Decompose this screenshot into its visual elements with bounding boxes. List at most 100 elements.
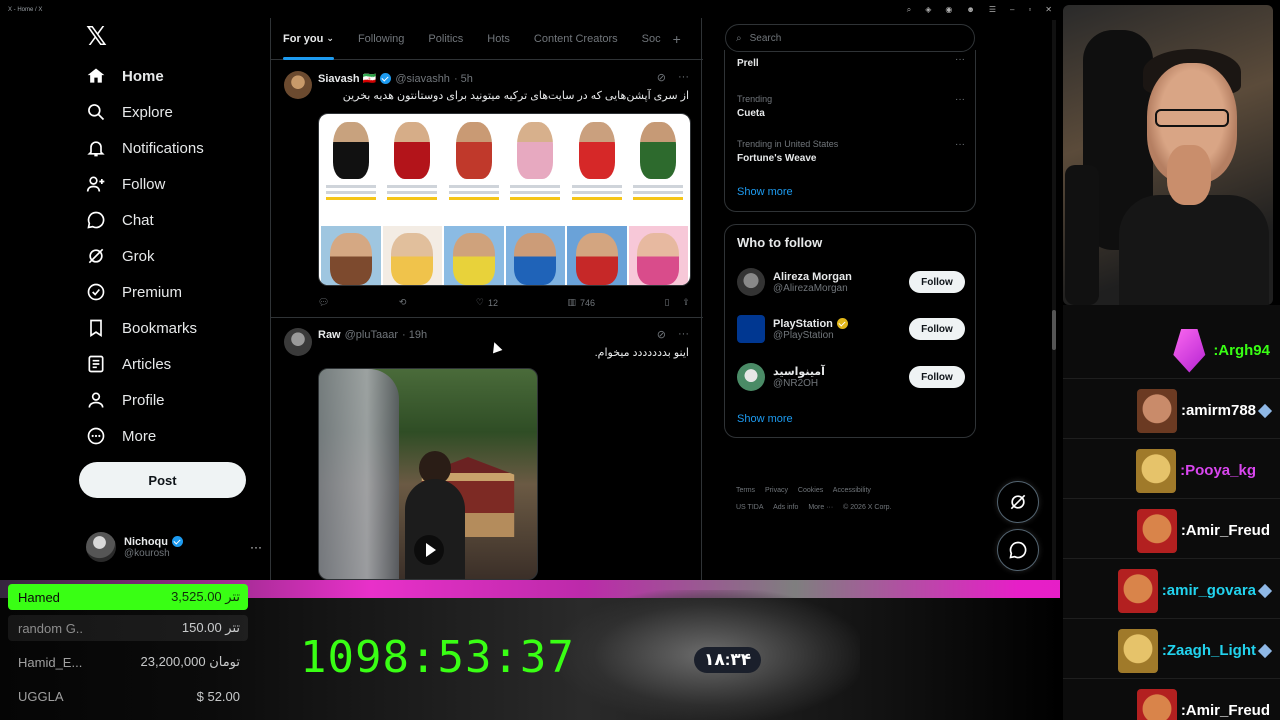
nav-articles[interactable]: Articles [86, 349, 171, 379]
tweet-time[interactable]: · 5h [454, 73, 473, 85]
chat-username[interactable]: :Zaagh_Light [1162, 642, 1256, 659]
extension-icon[interactable]: ◉ [945, 5, 952, 15]
add-tab-icon[interactable]: + [673, 31, 681, 47]
follow-suggestion[interactable]: آمینواسید @NR2OH Follow [737, 362, 965, 392]
follow-button[interactable]: Follow [909, 318, 965, 340]
who-to-follow-show-more-link[interactable]: Show more [737, 413, 793, 425]
tweet-video[interactable] [318, 368, 538, 580]
product-thumbnail[interactable] [567, 116, 627, 224]
minimize-button[interactable]: – [1010, 5, 1014, 15]
maximize-button[interactable]: ▫ [1028, 5, 1031, 15]
tweet-author-name[interactable]: Siavash 🇮🇷 [318, 72, 376, 85]
chat-username[interactable]: :amirm788 [1181, 402, 1256, 419]
footer-link[interactable]: US TIDA [736, 504, 764, 511]
repost-icon[interactable]: ⟲ [399, 297, 407, 308]
footer-link[interactable]: Accessibility [833, 487, 871, 494]
nav-more[interactable]: More [86, 421, 156, 451]
tab-soc[interactable]: Soc [642, 18, 661, 60]
follow-button[interactable]: Follow [909, 271, 965, 293]
chat-username[interactable]: :Amir_Freud [1181, 522, 1270, 539]
nav-grok[interactable]: Grok [86, 241, 155, 271]
tab-content-creators[interactable]: Content Creators [534, 18, 618, 60]
trends-show-more-link[interactable]: Show more [737, 186, 793, 198]
nav-chat[interactable]: Chat [86, 205, 154, 235]
product-thumbnail[interactable] [567, 226, 627, 285]
play-icon[interactable] [414, 535, 444, 565]
chat-username[interactable]: :Amir_Freud [1181, 702, 1270, 719]
reply-icon[interactable]: 💬︎ [318, 297, 329, 308]
nav-grok-label: Grok [122, 247, 155, 265]
nav-explore[interactable]: Explore [86, 97, 173, 127]
footer-link[interactable]: Privacy [765, 487, 788, 494]
shield-icon[interactable]: ◈ [925, 5, 931, 15]
tab-following[interactable]: Following [358, 18, 404, 60]
chat-username[interactable]: :Pooya_kg [1180, 462, 1256, 479]
trend-item[interactable]: Prell ··· [737, 54, 965, 69]
tweet[interactable]: Siavash 🇮🇷 @siavashh · 5h ⊘ ··· از سری آ… [271, 61, 703, 318]
product-thumbnail[interactable] [444, 226, 504, 285]
follow-button[interactable]: Follow [909, 366, 965, 388]
follow-suggestion[interactable]: Alireza Morgan @AlirezaMorgan Follow [737, 267, 965, 297]
profile-icon[interactable]: ☻ [966, 5, 974, 15]
footer-link[interactable]: Cookies [798, 487, 823, 494]
product-thumbnail[interactable] [505, 116, 565, 224]
close-button[interactable]: ✕ [1045, 5, 1052, 15]
post-button[interactable]: Post [79, 462, 246, 498]
product-thumbnail[interactable] [382, 116, 442, 224]
footer-link[interactable]: More ··· [808, 504, 833, 511]
product-thumbnail[interactable] [321, 226, 381, 285]
page-scrollbar[interactable] [1052, 20, 1056, 580]
footer-link[interactable]: Terms [736, 487, 755, 494]
chevron-down-icon: ⌄ [326, 33, 334, 43]
product-thumbnail[interactable] [382, 226, 442, 285]
grok-icon[interactable]: ⊘ [657, 328, 666, 341]
nav-home[interactable]: Home [86, 61, 164, 91]
scrollbar-thumb[interactable] [1052, 310, 1056, 350]
tweet-time[interactable]: · 19h [402, 329, 427, 341]
like-button[interactable]: ♡ 12 [476, 297, 498, 308]
tab-hots[interactable]: Hots [487, 18, 510, 60]
grok-icon[interactable]: ⊘ [657, 71, 666, 84]
more-horizontal-icon[interactable]: ··· [955, 139, 965, 150]
search-placeholder: Search [749, 32, 782, 44]
tab-for-you[interactable]: For you ⌄ [283, 18, 334, 60]
trend-item[interactable]: Trending Cueta ··· [737, 94, 965, 119]
footer-link[interactable]: Ads info [773, 504, 798, 511]
tweet-avatar[interactable] [284, 328, 312, 356]
tweet-image-grid[interactable] [318, 113, 691, 286]
tweet-author-handle[interactable]: @siavashh [395, 73, 450, 85]
tweet-avatar[interactable] [284, 71, 312, 99]
more-horizontal-icon[interactable]: ··· [678, 328, 689, 341]
views-button[interactable]: ▥ 746 [567, 297, 595, 308]
menu-icon[interactable]: ☰ [989, 5, 996, 15]
product-thumbnail[interactable] [505, 226, 565, 285]
bookmark-icon[interactable]: ▯ [664, 297, 669, 308]
zoom-icon[interactable]: ⌕ [907, 5, 911, 15]
share-icon[interactable]: ⇪ [682, 297, 690, 308]
nav-profile[interactable]: Profile [86, 385, 165, 415]
follow-suggestion[interactable]: PlayStation @PlayStation Follow [737, 314, 965, 344]
product-thumbnail[interactable] [628, 116, 688, 224]
x-logo-icon[interactable]: 𝕏 [86, 23, 110, 49]
nav-premium[interactable]: Premium [86, 277, 182, 307]
search-input[interactable]: ⌕ Search [725, 24, 975, 52]
nav-bookmarks[interactable]: Bookmarks [86, 313, 197, 343]
account-switcher[interactable]: Nichoqu @kourosh ··· [86, 530, 262, 564]
more-horizontal-icon[interactable]: ··· [955, 54, 965, 65]
tweet-author-name[interactable]: Raw [318, 329, 341, 341]
chat-username[interactable]: :amir_govara [1162, 582, 1256, 599]
chat-username[interactable]: :Argh94 [1213, 342, 1270, 359]
more-horizontal-icon[interactable]: ··· [250, 540, 262, 554]
grok-float-button[interactable] [997, 481, 1039, 523]
nav-follow[interactable]: Follow [86, 169, 165, 199]
messages-float-button[interactable] [997, 529, 1039, 571]
product-thumbnail[interactable] [321, 116, 381, 224]
more-horizontal-icon[interactable]: ··· [678, 71, 689, 84]
tweet-author-handle[interactable]: @pluTaaar [345, 329, 398, 341]
product-thumbnail[interactable] [628, 226, 688, 285]
trend-item[interactable]: Trending in United States Fortune's Weav… [737, 139, 965, 164]
nav-notifications[interactable]: Notifications [86, 133, 204, 163]
tab-politics[interactable]: Politics [428, 18, 463, 60]
more-horizontal-icon[interactable]: ··· [955, 94, 965, 105]
product-thumbnail[interactable] [444, 116, 504, 224]
